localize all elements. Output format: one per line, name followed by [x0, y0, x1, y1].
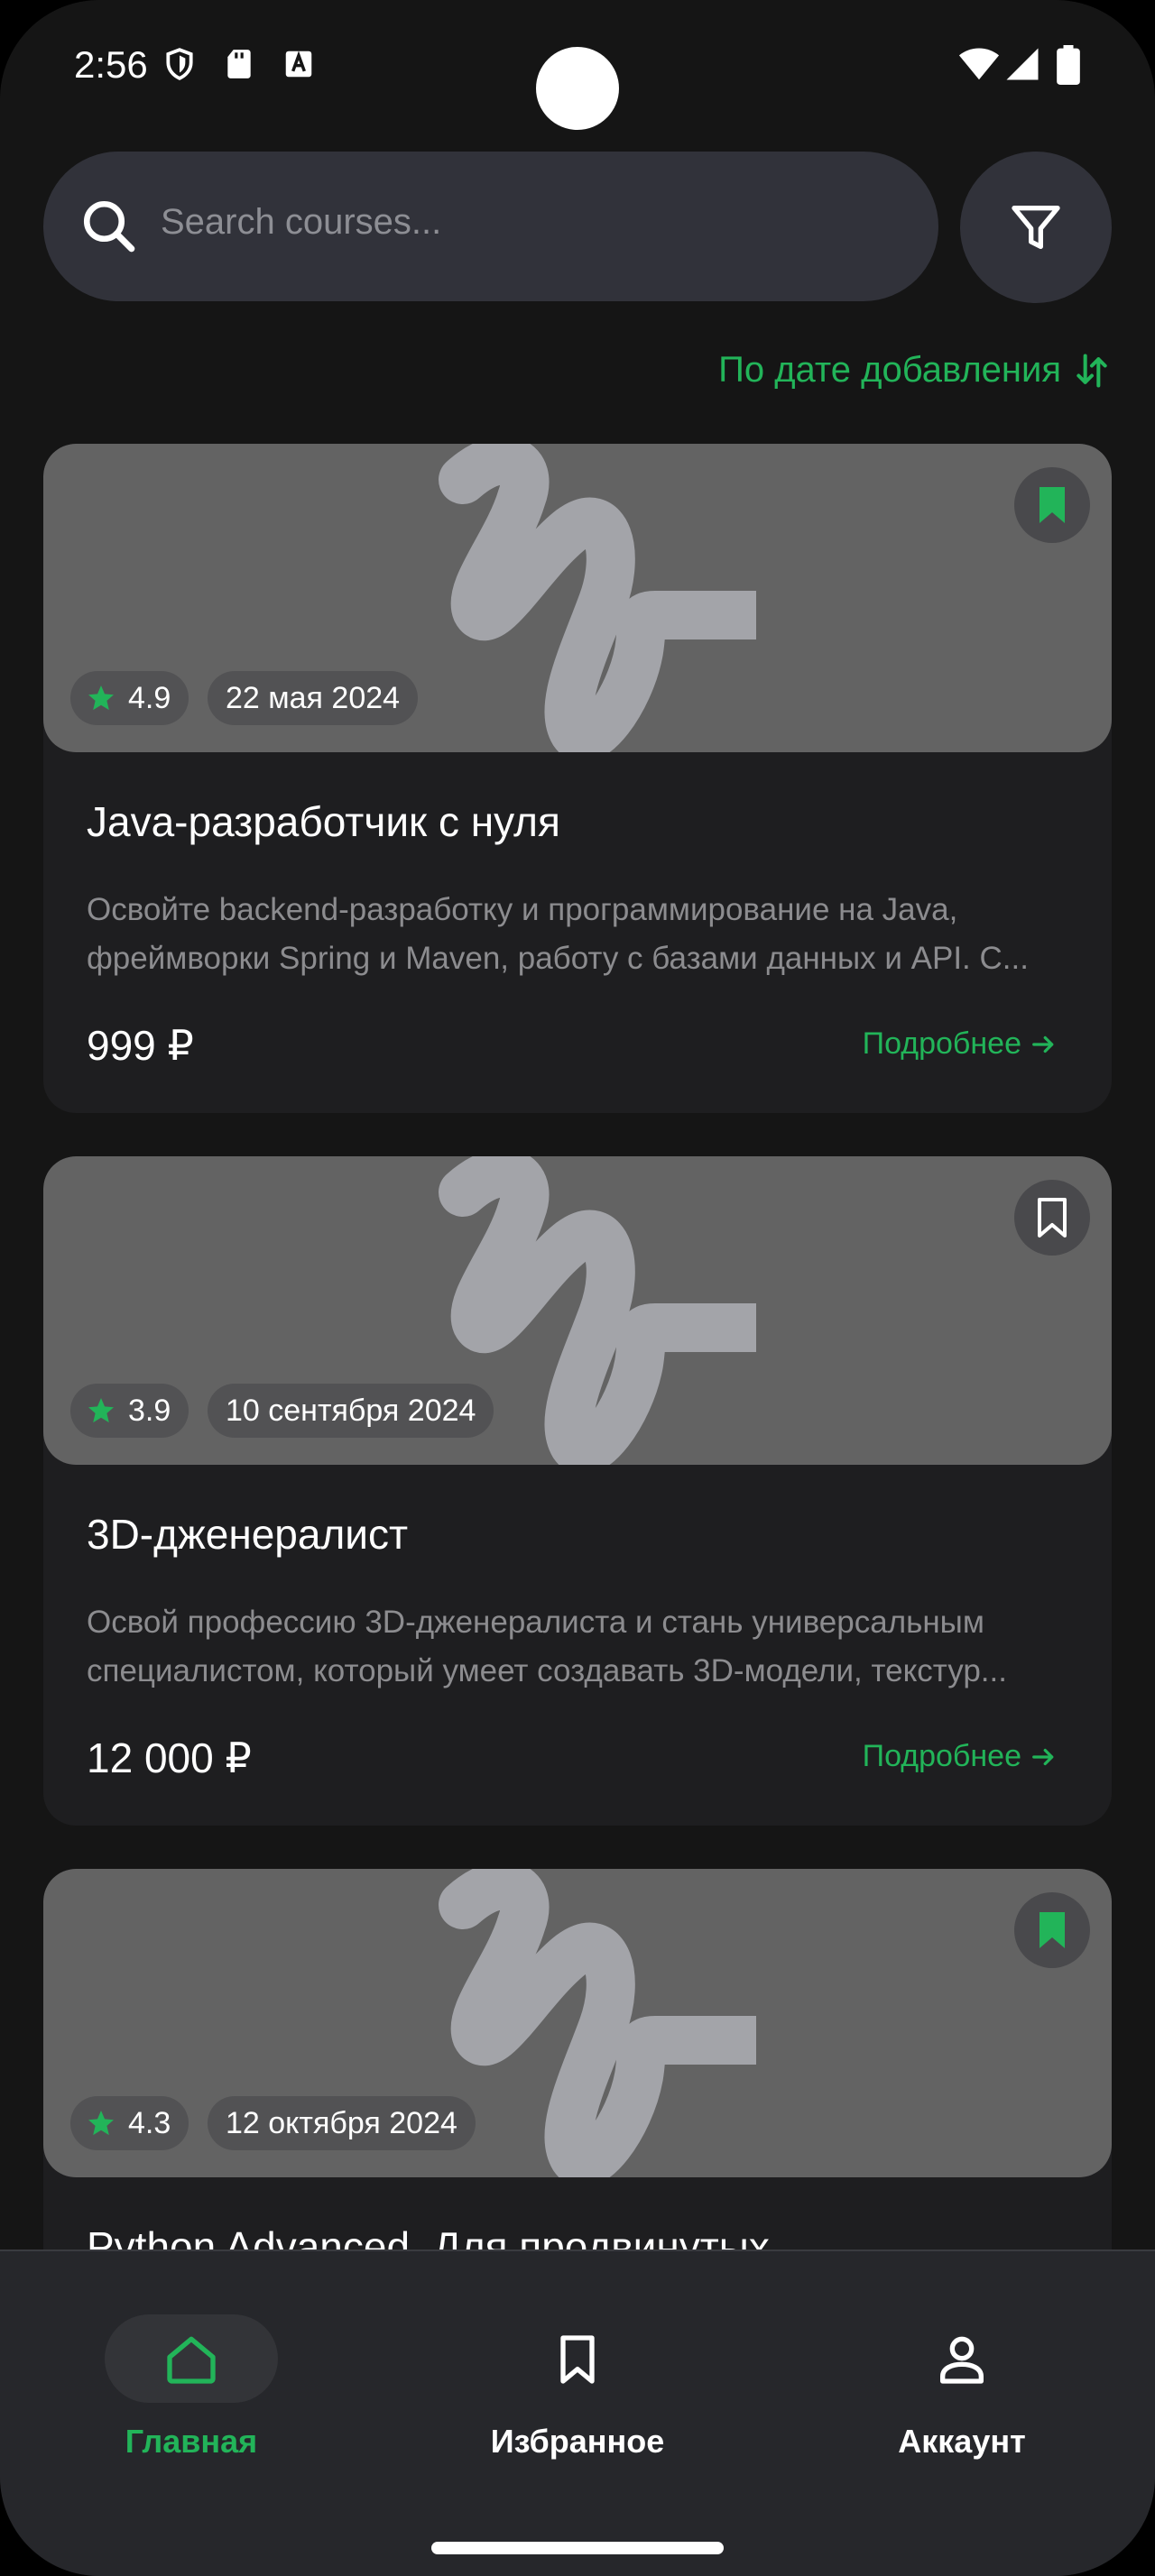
- shield-icon: [166, 48, 193, 80]
- search-icon: [83, 200, 135, 253]
- search-input[interactable]: Search courses...: [161, 202, 441, 243]
- bookmark-button[interactable]: [1014, 1180, 1090, 1256]
- sort-toggle[interactable]: По дате добавления: [718, 350, 1112, 391]
- rating-value: 4.3: [128, 2106, 171, 2140]
- course-title: 3D-дженералист: [87, 1511, 409, 1558]
- rating-badge: 3.9: [70, 1384, 189, 1438]
- bookmark-button[interactable]: [1014, 1892, 1090, 1968]
- nav-item-favorites[interactable]: Избранное: [442, 2314, 713, 2461]
- more-link[interactable]: Подробнее: [863, 1739, 1058, 1774]
- nav-item-home[interactable]: Главная: [56, 2314, 327, 2461]
- home-icon: [167, 2336, 216, 2384]
- bookmark-outline-icon: [1038, 1198, 1067, 1237]
- status-time: 2:56: [74, 43, 148, 86]
- course-card[interactable]: 3.9 10 сентября 2024 3D-дженералист Осво…: [43, 1156, 1112, 1826]
- rating-value: 3.9: [128, 1394, 171, 1428]
- date-badge: 10 сентября 2024: [208, 1384, 494, 1438]
- rating-value: 4.9: [128, 681, 171, 715]
- nav-item-account[interactable]: Аккаунт: [827, 2314, 1097, 2461]
- filter-button[interactable]: [960, 152, 1112, 303]
- course-price: 12 000 ₽: [87, 1734, 252, 1781]
- sort-arrows-icon: [1076, 353, 1107, 388]
- more-label: Подробнее: [862, 1026, 1021, 1061]
- star-icon: [88, 2111, 114, 2136]
- bookmark-button[interactable]: [1014, 467, 1090, 543]
- star-icon: [88, 1398, 114, 1423]
- course-card[interactable]: 4.9 22 мая 2024 Java-разработчик с нуля …: [43, 444, 1112, 1113]
- nav-icon-wrap: [491, 2314, 664, 2403]
- status-bar: 2:56: [0, 0, 1155, 135]
- nav-label-favorites: Избранное: [490, 2423, 665, 2460]
- course-title: Java-разработчик с нуля: [87, 798, 560, 845]
- course-description: Освой профессию 3D-дженералиста и стань …: [87, 1605, 1007, 1688]
- course-image: 3.9 10 сентября 2024: [43, 1156, 1112, 1465]
- date-badge: 12 октября 2024: [208, 2096, 476, 2150]
- keyboard-a-icon: [285, 51, 312, 78]
- nav-icon-wrap: [875, 2314, 1049, 2403]
- arrow-right-icon: [1032, 1035, 1054, 1053]
- nav-active-indicator: [105, 2314, 278, 2403]
- more-link[interactable]: Подробнее: [863, 1026, 1058, 1062]
- bookmark-icon: [560, 2335, 595, 2384]
- course-image: 4.9 22 мая 2024: [43, 444, 1112, 752]
- sd-card-icon: [227, 50, 251, 78]
- rating-badge: 4.3: [70, 2096, 189, 2150]
- arrow-right-icon: [1032, 1748, 1054, 1765]
- more-label: Подробнее: [862, 1739, 1021, 1773]
- image-placeholder-icon: [439, 444, 756, 752]
- star-icon: [88, 685, 114, 711]
- person-icon: [940, 2336, 984, 2384]
- nav-label-account: Аккаунт: [898, 2423, 1026, 2460]
- screen: 2:56 Search courses... По дате добавлени…: [0, 0, 1155, 2576]
- course-image: 4.3 12 октября 2024: [43, 1869, 1112, 2177]
- bookmark-filled-icon: [1040, 1912, 1065, 1948]
- course-price: 999 ₽: [87, 1022, 194, 1069]
- rating-badge: 4.9: [70, 671, 189, 725]
- wifi-icon: [958, 48, 1000, 80]
- bottom-navigation: Главная Избранное Аккаунт: [0, 2249, 1155, 2576]
- course-description: Освойте backend-разработку и программиро…: [87, 892, 1029, 976]
- home-indicator[interactable]: [431, 2542, 724, 2554]
- front-camera: [536, 47, 619, 130]
- date-badge: 22 мая 2024: [208, 671, 419, 725]
- sort-label: По дате добавления: [718, 350, 1061, 390]
- search-bar[interactable]: Search courses...: [43, 152, 938, 301]
- nav-label-home: Главная: [125, 2423, 258, 2460]
- signal-icon: [1006, 48, 1039, 80]
- battery-icon: [1057, 45, 1080, 85]
- filter-icon: [1012, 206, 1060, 249]
- bookmark-filled-icon: [1040, 487, 1065, 523]
